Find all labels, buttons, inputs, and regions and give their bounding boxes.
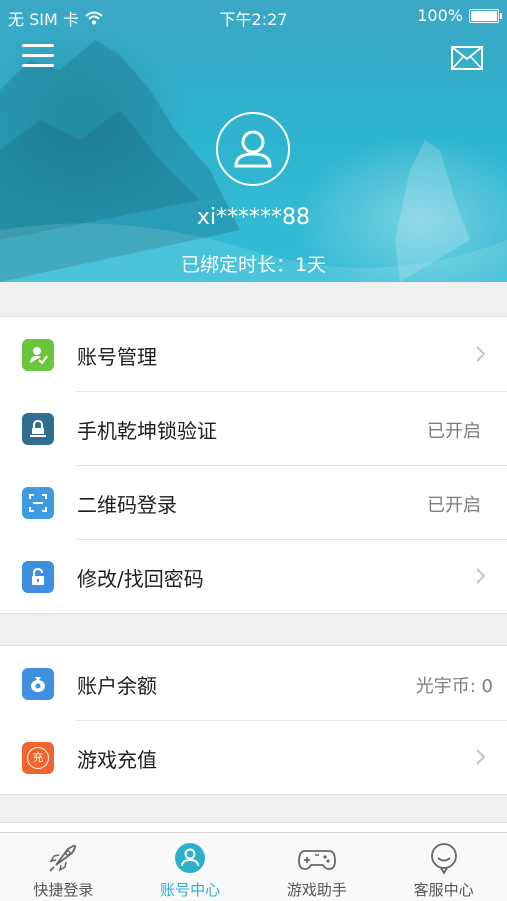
battery-icon bbox=[469, 8, 502, 23]
row-label: 游戏充值 bbox=[77, 748, 157, 772]
row-label: 账号管理 bbox=[77, 345, 157, 369]
tab-label: 快捷登录 bbox=[33, 881, 94, 899]
tab-account-center[interactable]: 账号中心 bbox=[127, 833, 254, 901]
menu-button[interactable] bbox=[22, 42, 56, 70]
status-value: 已开启 bbox=[427, 421, 481, 442]
phone-lock-verification-row[interactable]: 手机乾坤锁验证 已开启 bbox=[0, 391, 507, 465]
avatar[interactable] bbox=[216, 112, 290, 186]
money-bag-icon bbox=[22, 668, 54, 700]
chevron-right-icon bbox=[476, 346, 486, 362]
recharge-icon: 充 bbox=[22, 742, 54, 774]
chat-bubble-icon bbox=[430, 843, 457, 875]
tab-label: 游戏助手 bbox=[286, 881, 347, 899]
user-check-icon bbox=[22, 339, 54, 371]
gamepad-icon bbox=[297, 850, 336, 870]
padlock-icon bbox=[22, 561, 54, 593]
change-password-row[interactable]: 修改/找回密码 bbox=[0, 539, 507, 613]
row-label: 手机乾坤锁验证 bbox=[77, 419, 217, 443]
tab-label: 账号中心 bbox=[160, 881, 221, 899]
status-value: 已开启 bbox=[427, 495, 481, 516]
row-label: 二维码登录 bbox=[77, 493, 177, 517]
tab-quick-login[interactable]: 快捷登录 bbox=[0, 833, 127, 901]
bind-duration: 已绑定时长：1天 bbox=[180, 254, 327, 276]
recharge-icon-text: 充 bbox=[27, 747, 49, 769]
user-circle-icon bbox=[175, 843, 206, 873]
qr-scan-icon bbox=[22, 487, 54, 519]
mail-icon[interactable] bbox=[451, 46, 483, 70]
chevron-right-icon bbox=[476, 749, 486, 765]
game-recharge-row[interactable]: 充 游戏充值 bbox=[0, 720, 507, 794]
tab-game-assistant[interactable]: 游戏助手 bbox=[254, 833, 381, 901]
balance-group: 账户余额 光宇币: 0 充 游戏充值 bbox=[0, 645, 507, 795]
tab-bar: 快捷登录 账号中心 游戏助手 客服中心 bbox=[0, 832, 507, 901]
tab-label: 客服中心 bbox=[413, 881, 474, 899]
account-settings-group: 账号管理 手机乾坤锁验证 已开启 二维码登录 已开启 修改/找回密码 bbox=[0, 316, 507, 614]
lock-tray-icon bbox=[22, 413, 54, 445]
profile-header: 无 SIM 卡 下午2:27 100% xi******88 已绑定时长：1天 bbox=[0, 0, 507, 282]
username: xi******88 bbox=[196, 205, 311, 230]
row-label: 修改/找回密码 bbox=[77, 567, 204, 591]
chevron-right-icon bbox=[476, 568, 486, 584]
user-silhouette-icon bbox=[234, 130, 272, 168]
tab-customer-service[interactable]: 客服中心 bbox=[380, 833, 507, 901]
row-label: 账户余额 bbox=[77, 674, 157, 698]
status-bar: 无 SIM 卡 下午2:27 100% bbox=[0, 0, 507, 30]
qr-login-row[interactable]: 二维码登录 已开启 bbox=[0, 465, 507, 539]
balance-value: 光宇币: 0 bbox=[415, 676, 493, 697]
rocket-icon bbox=[49, 844, 77, 872]
account-balance-row[interactable]: 账户余额 光宇币: 0 bbox=[0, 646, 507, 720]
battery-percent: 100% bbox=[417, 6, 463, 25]
account-management-row[interactable]: 账号管理 bbox=[0, 317, 507, 391]
